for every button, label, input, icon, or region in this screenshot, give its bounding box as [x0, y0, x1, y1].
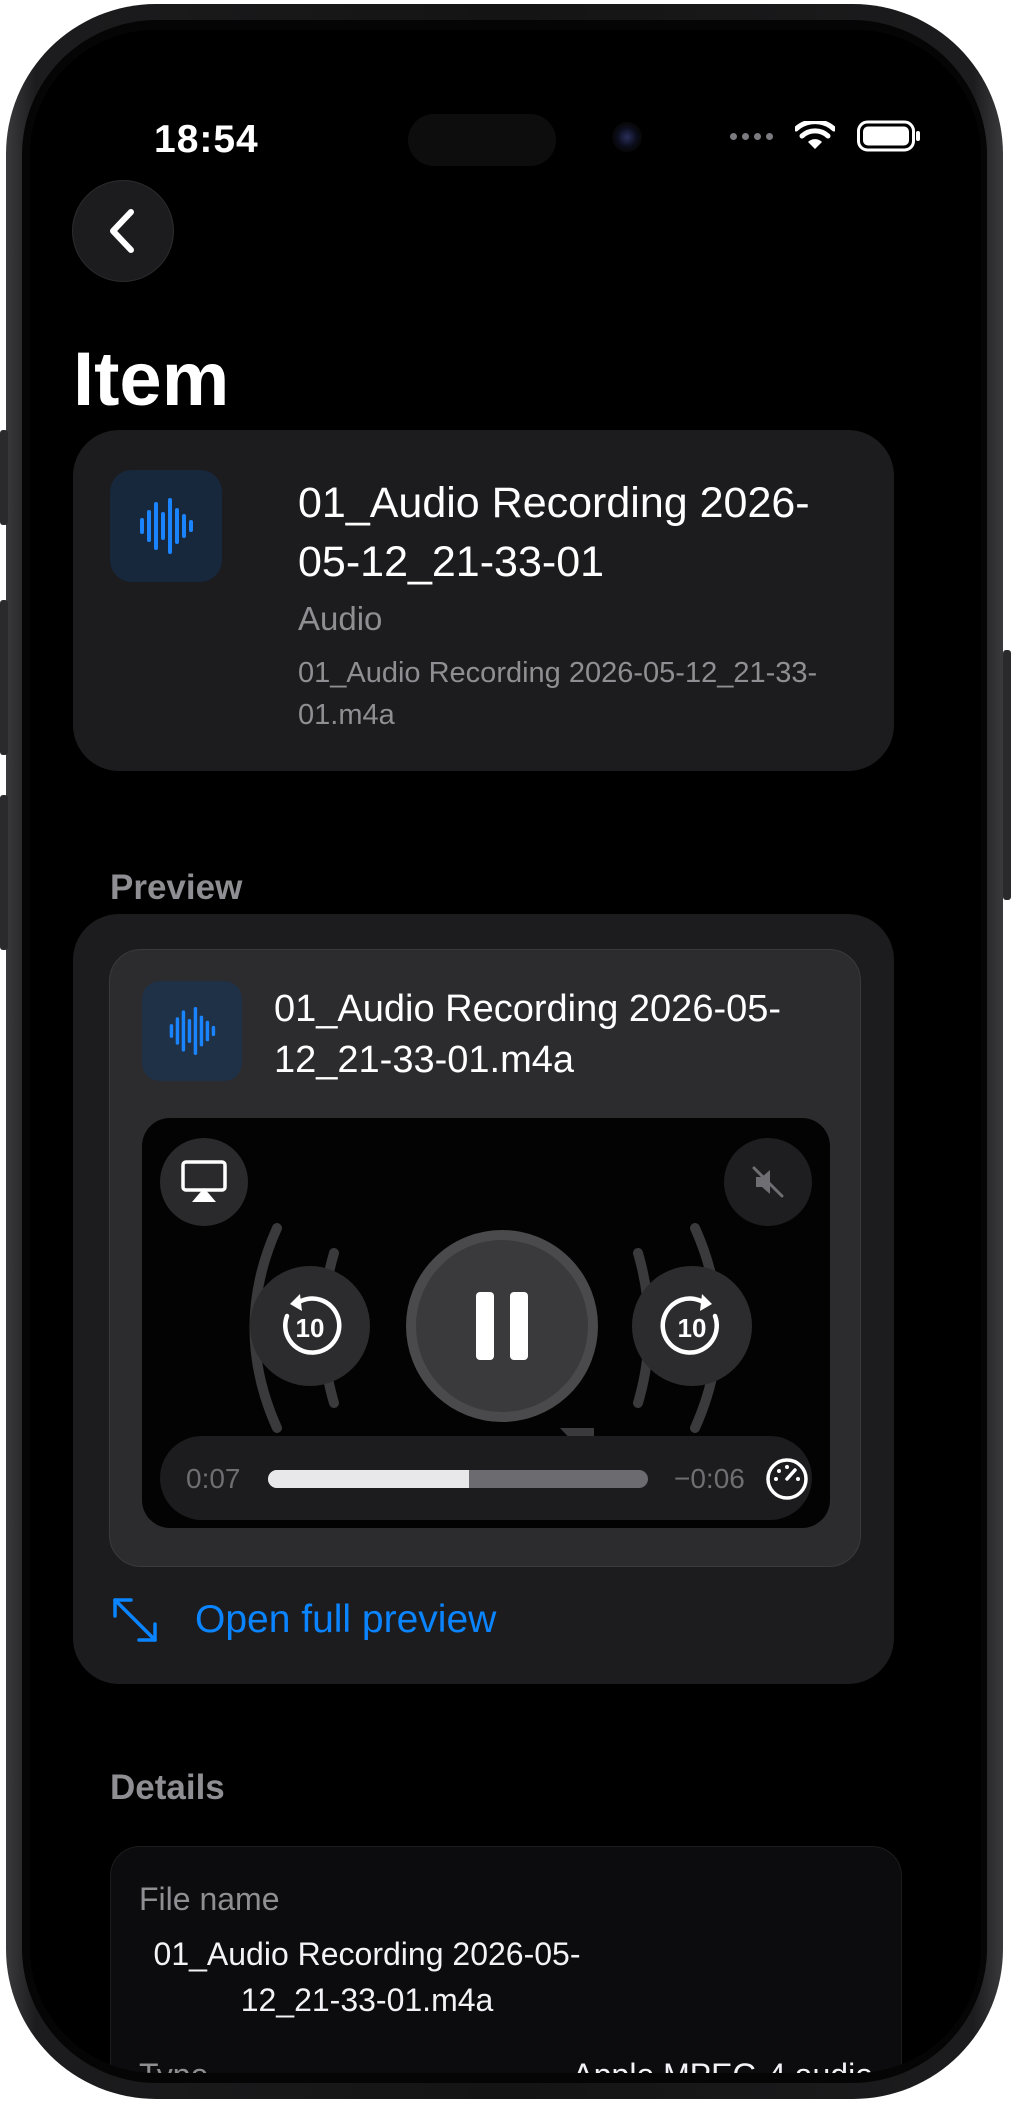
detail-value-type: Apple MPEG-4 audio	[572, 2057, 873, 2073]
waveform-icon	[169, 1007, 216, 1055]
remaining-time: −0:06	[674, 1463, 745, 1494]
wifi-icon	[795, 121, 835, 149]
details-section-label: Details	[110, 1768, 225, 1807]
side-button	[1003, 650, 1011, 900]
item-kind: Audio	[298, 600, 383, 637]
skip-back-button[interactable]: 10	[250, 1266, 370, 1386]
volume-down-button	[0, 795, 8, 950]
expand-arrows-icon	[113, 1598, 157, 1642]
pause-button[interactable]	[406, 1230, 598, 1422]
status-indicators	[730, 120, 921, 152]
pause-icon	[476, 1292, 528, 1360]
volume-up-button	[0, 600, 8, 755]
open-full-preview-label: Open full preview	[195, 1598, 497, 1641]
media-player: 10 10 0:07 −0:06	[142, 1118, 830, 1528]
skip-forward-10-icon: 10	[660, 1294, 719, 1355]
chevron-left-icon	[110, 209, 134, 253]
detail-value-file-name: 01_Audio Recording 2026-05-12_21-33-01.m…	[153, 1936, 581, 2018]
audio-file-icon	[110, 470, 222, 582]
waveform-icon	[140, 498, 193, 554]
screen: 18:54 Item 01_Audio Recording 2026-05-12…	[30, 30, 981, 2073]
front-camera	[612, 122, 642, 152]
back-button[interactable]	[72, 180, 174, 282]
skip-forward-button[interactable]: 10	[632, 1266, 752, 1386]
preview-section-label: Preview	[110, 868, 243, 907]
item-title: 01_Audio Recording 2026-05-12_21-33-01	[298, 479, 810, 586]
signal-dots-icon	[730, 132, 773, 140]
page-title: Item	[73, 337, 230, 422]
dynamic-island	[408, 114, 556, 166]
status-time: 18:54	[154, 118, 259, 161]
speedometer-icon	[766, 1458, 808, 1500]
details-card: File name 01_Audio Recording 2026-05-12_…	[110, 1846, 902, 2073]
detail-label-file-name: File name	[139, 1881, 280, 1917]
action-button	[0, 430, 8, 525]
progress-fill	[268, 1470, 470, 1488]
playback-speed-button[interactable]	[764, 1456, 810, 1502]
progress-slider[interactable]	[268, 1470, 648, 1488]
audio-file-icon	[142, 981, 242, 1081]
item-summary-card: 01_Audio Recording 2026-05-12_21-33-01 A…	[73, 430, 894, 771]
speaker-muted-icon	[752, 1166, 784, 1198]
battery-icon	[857, 120, 920, 152]
detail-label-type: Type	[139, 2057, 208, 2073]
playback-scrubber: 0:07 −0:06	[160, 1436, 812, 1520]
item-filename: 01_Audio Recording 2026-05-12_21-33-01.m…	[298, 657, 818, 731]
audio-player-card: 01_Audio Recording 2026-05-12_21-33-01.m…	[109, 949, 861, 1567]
player-title: 01_Audio Recording 2026-05-12_21-33-01.m…	[274, 988, 782, 1081]
skip-back-10-icon: 10	[283, 1294, 342, 1355]
open-full-preview-link[interactable]: Open full preview	[109, 1594, 496, 1646]
preview-card: 01_Audio Recording 2026-05-12_21-33-01.m…	[73, 914, 894, 1684]
device-frame: 18:54 Item 01_Audio Recording 2026-05-12…	[0, 0, 1011, 2103]
skip-forward-seconds: 10	[678, 1313, 707, 1343]
skip-back-seconds: 10	[296, 1313, 325, 1343]
elapsed-time: 0:07	[186, 1463, 241, 1494]
airplay-icon	[181, 1160, 227, 1202]
